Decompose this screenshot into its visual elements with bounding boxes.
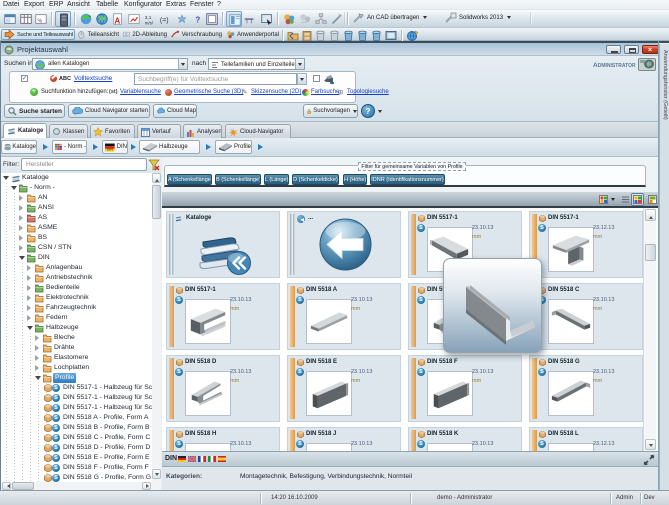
svg-text:?: ? [195, 16, 200, 25]
svg-text:%: % [38, 19, 43, 25]
svg-text:m/s²: m/s² [145, 20, 154, 25]
svg-text:DIN: DIN [107, 147, 114, 151]
svg-text:A: A [115, 16, 121, 25]
svg-text:2D: 2D [124, 33, 129, 37]
svg-text:┯┯: ┯┯ [244, 17, 254, 24]
svg-text:(=): (=) [160, 18, 169, 25]
